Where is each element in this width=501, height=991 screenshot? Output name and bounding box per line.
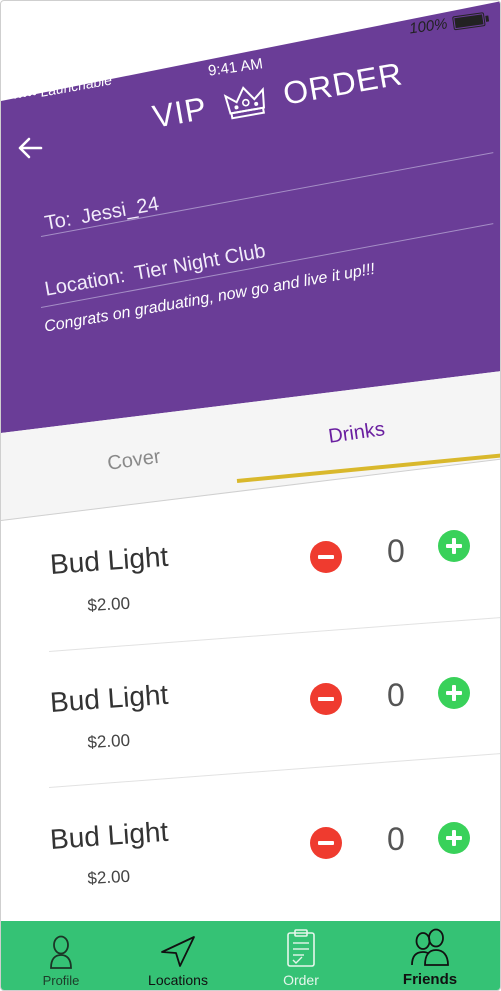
item-name: Bud Light — [49, 678, 170, 718]
nav-friends-label: Friends — [402, 971, 458, 988]
clipboard-icon — [287, 929, 315, 967]
item-price: $2.00 — [87, 866, 131, 888]
increase-quantity-button[interactable] — [438, 677, 470, 709]
nav-order[interactable]: Order — [269, 921, 333, 990]
bottom-navigation: Profile Locations Order Friends — [1, 921, 500, 990]
row-divider — [48, 616, 500, 652]
item-price: $2.00 — [87, 593, 131, 615]
nav-locations[interactable]: Locations — [137, 921, 219, 990]
nav-profile[interactable]: Profile — [29, 921, 93, 990]
item-price: $2.00 — [87, 730, 131, 752]
item-quantity: 0 — [387, 677, 405, 713]
app-screen: ••••• Launchable 9:41 AM 100% VIP ORDER … — [0, 0, 501, 991]
friends-icon — [411, 928, 449, 966]
to-label: To: — [43, 208, 74, 235]
nav-order-label: Order — [283, 972, 319, 988]
crown-icon — [223, 85, 265, 119]
back-arrow-icon[interactable] — [15, 133, 45, 163]
item-quantity: 0 — [387, 533, 405, 569]
item-name: Bud Light — [49, 540, 170, 580]
item-name: Bud Light — [49, 815, 170, 855]
battery-tip — [485, 14, 490, 22]
person-icon — [50, 935, 72, 969]
nav-profile-label: Profile — [42, 973, 80, 988]
increase-quantity-button[interactable] — [438, 822, 470, 854]
row-divider — [48, 752, 500, 788]
decrease-quantity-button[interactable] — [310, 683, 342, 715]
nav-locations-label: Locations — [148, 972, 208, 988]
item-quantity: 0 — [387, 821, 405, 857]
navigation-arrow-icon — [161, 936, 195, 967]
nav-friends[interactable]: Friends — [393, 921, 467, 990]
battery-icon — [452, 11, 486, 30]
decrease-quantity-button[interactable] — [310, 541, 342, 573]
increase-quantity-button[interactable] — [438, 530, 470, 562]
decrease-quantity-button[interactable] — [310, 827, 342, 859]
